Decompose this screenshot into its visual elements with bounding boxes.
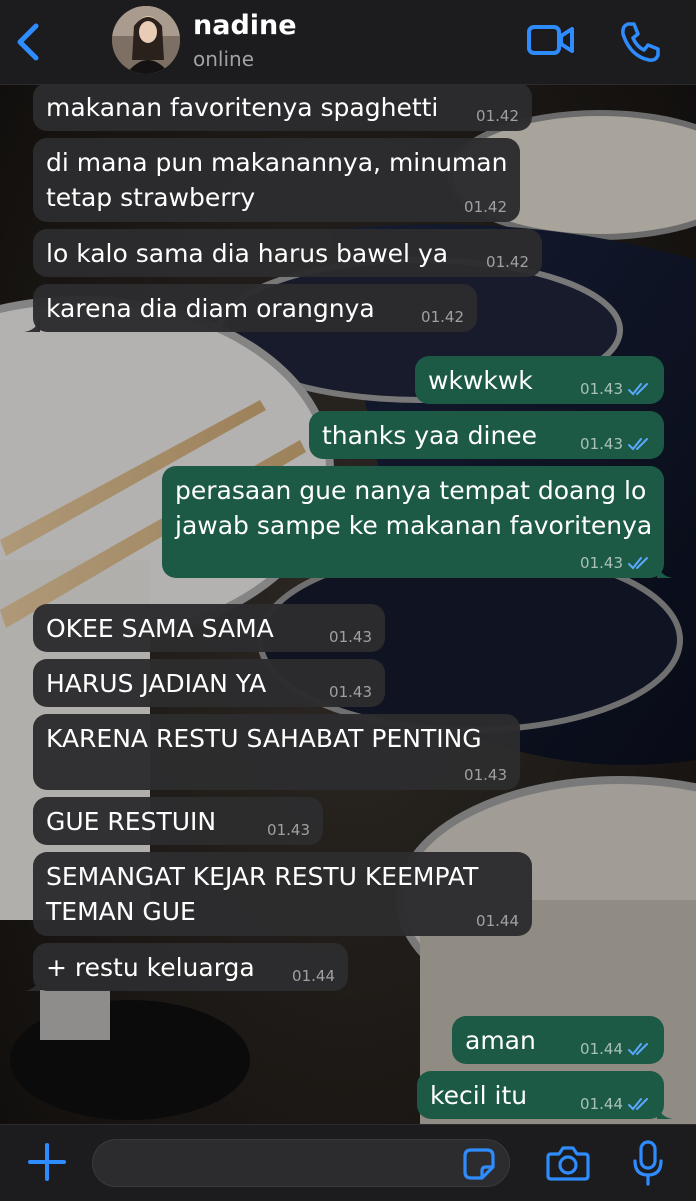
- incoming-message[interactable]: di mana pun makanannya, minuman tetap st…: [33, 138, 520, 222]
- outgoing-message[interactable]: wkwkwk 01.43: [415, 356, 664, 404]
- message-meta: 01.42: [486, 253, 529, 271]
- plus-icon[interactable]: [26, 1141, 68, 1183]
- message-time: 01.44: [292, 967, 335, 985]
- bubble-tail: [24, 975, 40, 991]
- message-time: 01.42: [464, 198, 507, 216]
- bubble-tail: [657, 562, 673, 578]
- message-text: OKEE SAMA SAMA: [46, 614, 274, 643]
- incoming-message[interactable]: GUE RESTUIN 01.43: [33, 797, 323, 845]
- sticker-icon[interactable]: [462, 1147, 496, 1181]
- message-text: di mana pun makanannya, minuman tetap st…: [46, 148, 508, 212]
- outgoing-message[interactable]: thanks yaa dinee 01.43: [309, 411, 664, 459]
- chat-header: nadine online: [0, 0, 696, 85]
- message-meta: 01.42: [464, 198, 507, 216]
- camera-icon[interactable]: [546, 1143, 590, 1183]
- message-text: SEMANGAT KEJAR RESTU KEEMPAT TEMAN GUE: [46, 862, 479, 926]
- composer-bar: [0, 1124, 696, 1201]
- message-meta: 01.43: [464, 766, 507, 784]
- message-time: 01.43: [580, 435, 623, 453]
- phone-icon[interactable]: [618, 20, 662, 64]
- message-text: perasaan gue nanya tempat doang lo jawab…: [175, 476, 653, 540]
- message-meta: 01.44: [292, 967, 335, 985]
- message-input[interactable]: [92, 1139, 510, 1187]
- avatar[interactable]: [112, 6, 180, 74]
- outgoing-message[interactable]: aman 01.44: [452, 1016, 664, 1064]
- message-meta: 01.43: [329, 683, 372, 701]
- incoming-message[interactable]: HARUS JADIAN YA 01.43: [33, 659, 385, 707]
- message-meta: 01.42: [421, 308, 464, 326]
- message-time: 01.44: [580, 1095, 623, 1113]
- chevron-left-icon[interactable]: [12, 20, 46, 64]
- message-meta: 01.42: [476, 107, 519, 125]
- message-text: KARENA RESTU SAHABAT PENTING: [46, 724, 482, 753]
- message-time: 01.43: [464, 766, 507, 784]
- message-meta: 01.44: [580, 1095, 651, 1113]
- message-meta: 01.44: [580, 1040, 651, 1058]
- message-meta: 01.43: [580, 554, 651, 572]
- message-text: HARUS JADIAN YA: [46, 669, 267, 698]
- incoming-message[interactable]: makanan favoritenya spaghetti 01.42: [33, 83, 532, 131]
- message-time: 01.42: [476, 107, 519, 125]
- incoming-message[interactable]: SEMANGAT KEJAR RESTU KEEMPAT TEMAN GUE 01…: [33, 852, 532, 936]
- message-time: 01.44: [580, 1040, 623, 1058]
- contact-status: online: [193, 47, 255, 71]
- message-meta: 01.43: [267, 821, 310, 839]
- message-time: 01.42: [421, 308, 464, 326]
- message-time: 01.43: [329, 628, 372, 646]
- incoming-message[interactable]: KARENA RESTU SAHABAT PENTING 01.43: [33, 714, 520, 790]
- microphone-icon[interactable]: [630, 1139, 666, 1187]
- message-time: 01.43: [267, 821, 310, 839]
- incoming-message[interactable]: OKEE SAMA SAMA 01.43: [33, 604, 385, 652]
- read-receipt-icon: [628, 383, 648, 396]
- message-time: 01.44: [476, 912, 519, 930]
- message-meta: 01.43: [329, 628, 372, 646]
- outgoing-message[interactable]: perasaan gue nanya tempat doang lo jawab…: [162, 466, 673, 578]
- message-time: 01.43: [580, 554, 623, 572]
- read-receipt-icon: [628, 438, 648, 451]
- message-list[interactable]: makanan favoritenya spaghetti 01.42 di man…: [0, 83, 696, 1124]
- bubble-tail: [24, 316, 40, 332]
- incoming-message[interactable]: + restu keluarga 01.44: [24, 943, 348, 991]
- contact-name[interactable]: nadine: [193, 10, 297, 41]
- incoming-message[interactable]: lo kalo sama dia harus bawel ya 01.42: [33, 229, 542, 277]
- video-camera-icon[interactable]: [526, 22, 576, 58]
- message-time: 01.43: [329, 683, 372, 701]
- incoming-message[interactable]: karena dia diam orangnya 01.42: [24, 284, 477, 332]
- bubble-tail: [657, 1103, 673, 1119]
- outgoing-message[interactable]: kecil itu 01.44: [417, 1071, 673, 1119]
- read-receipt-icon: [628, 1098, 648, 1111]
- message-meta: 01.43: [580, 380, 651, 398]
- message-time: 01.42: [486, 253, 529, 271]
- message-text: lo kalo sama dia harus bawel ya: [46, 239, 449, 268]
- message-text: karena dia diam orangnya: [46, 294, 375, 323]
- message-meta: 01.44: [476, 912, 519, 930]
- message-text: makanan favoritenya spaghetti: [46, 93, 439, 122]
- read-receipt-icon: [628, 557, 648, 570]
- message-time: 01.43: [580, 380, 623, 398]
- message-meta: 01.43: [580, 435, 651, 453]
- read-receipt-icon: [628, 1043, 648, 1056]
